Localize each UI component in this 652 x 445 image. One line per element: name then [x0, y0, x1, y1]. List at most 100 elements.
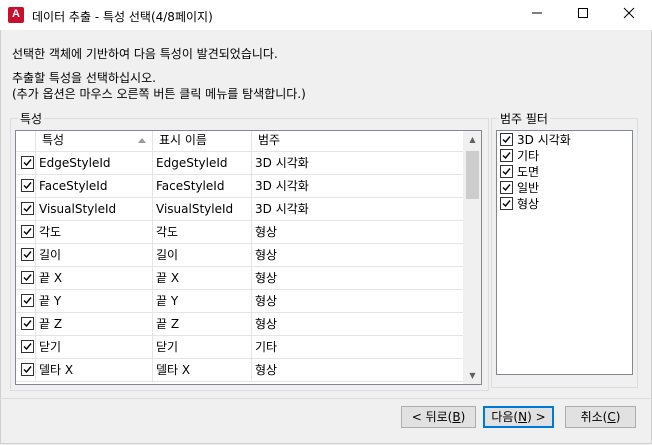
minimize-icon: [532, 12, 542, 14]
info-message: 선택한 객체에 기반하여 다음 특성이 발견되었습니다.: [12, 47, 278, 61]
close-button[interactable]: [606, 0, 652, 30]
category-filter-list[interactable]: 3D 시각화기타도면 일반 형상: [496, 130, 633, 375]
table-row[interactable]: 끝 Y끝 Y 형상: [16, 290, 466, 313]
next-button-label: 다음(: [491, 410, 519, 424]
filter-item[interactable]: 일반: [500, 180, 539, 196]
table-row[interactable]: 각도 각도 형상: [16, 221, 466, 244]
category-cell: 형상: [252, 221, 466, 243]
row-check-cell[interactable]: [16, 244, 36, 266]
checkmark-icon: [23, 228, 32, 236]
row-checkbox[interactable]: [21, 202, 34, 215]
property-cell: 델타 X: [36, 359, 153, 381]
row-checkbox[interactable]: [21, 294, 34, 307]
display-name-cell[interactable]: 끝 Y: [153, 290, 252, 312]
filter-checkbox[interactable]: [500, 181, 513, 194]
checkmark-icon: [23, 366, 32, 374]
table-row[interactable]: EdgeStyleId EdgeStyleId 3D 시각화: [16, 152, 466, 175]
cancel-button-suffix: ): [615, 410, 621, 424]
filter-checkbox[interactable]: [500, 197, 513, 210]
back-button[interactable]: < 뒤로(B): [401, 406, 476, 428]
row-checkbox[interactable]: [21, 340, 34, 353]
display-name-cell[interactable]: VisualStyleId: [153, 198, 252, 220]
row-check-cell[interactable]: [16, 313, 36, 335]
row-check-cell[interactable]: [16, 290, 36, 312]
checkmark-icon: [23, 274, 32, 282]
category-cell: 형상: [252, 290, 466, 312]
row-check-cell[interactable]: [16, 267, 36, 289]
table-row[interactable]: 닫기 닫기 기타: [16, 336, 466, 359]
filter-item[interactable]: 기타: [500, 148, 539, 164]
table-row[interactable]: FaceStyleId FaceStyleId 3D 시각화: [16, 175, 466, 198]
filter-item-label: 3D 시각화: [517, 133, 571, 147]
checkmark-icon: [23, 297, 32, 305]
row-check-cell[interactable]: [16, 336, 36, 358]
filter-item[interactable]: 3D 시각화: [500, 132, 571, 148]
checkmark-icon: [502, 200, 511, 208]
header-check-column[interactable]: [16, 131, 36, 151]
row-checkbox[interactable]: [21, 317, 34, 330]
maximize-icon: [578, 8, 588, 18]
category-cell: 3D 시각화: [252, 175, 466, 197]
display-name-cell[interactable]: EdgeStyleId: [153, 152, 252, 174]
header-property-label: 특성: [42, 133, 65, 147]
scroll-down-icon[interactable]: ▼: [464, 367, 481, 384]
row-check-cell[interactable]: [16, 221, 36, 243]
filter-group-label: 범주 필터: [498, 110, 550, 127]
table-row[interactable]: VisualStyleId VisualStyleId 3D 시각화: [16, 198, 466, 221]
back-button-accesskey: B: [452, 410, 461, 424]
row-checkbox[interactable]: [21, 225, 34, 238]
filter-item-label: 도면: [517, 165, 540, 179]
properties-list[interactable]: 특성 표시 이름 범주 EdgeStyleId EdgeStyleId 3D 시각화…: [15, 130, 482, 385]
property-cell: 끝 X: [36, 267, 153, 289]
scroll-up-icon[interactable]: ▲: [464, 131, 481, 148]
header-category[interactable]: 범주: [252, 131, 466, 151]
filter-item-label: 형상: [517, 197, 540, 211]
filter-item[interactable]: 형상: [500, 196, 539, 212]
row-checkbox[interactable]: [21, 248, 34, 261]
row-check-cell[interactable]: [16, 198, 36, 220]
checkmark-icon: [502, 152, 511, 160]
cancel-button[interactable]: 취소(C): [565, 406, 636, 428]
checkmark-icon: [502, 184, 511, 192]
autocad-app-icon: A: [8, 7, 24, 23]
cancel-button-accesskey: C: [607, 410, 616, 424]
scroll-thumb[interactable]: [466, 151, 479, 199]
category-cell: 3D 시각화: [252, 198, 466, 220]
filter-checkbox[interactable]: [500, 165, 513, 178]
checkmark-icon: [23, 182, 32, 190]
filter-checkbox[interactable]: [500, 133, 513, 146]
row-checkbox[interactable]: [21, 271, 34, 284]
maximize-button[interactable]: [560, 0, 606, 30]
checkmark-icon: [502, 136, 511, 144]
row-checkbox[interactable]: [21, 363, 34, 376]
next-button[interactable]: 다음(N) >: [483, 406, 554, 428]
minimize-button[interactable]: [514, 0, 560, 30]
display-name-cell[interactable]: 끝 Z: [153, 313, 252, 335]
filter-item-label: 기타: [517, 149, 540, 163]
instruction-message: 추출할 특성을 선택하십시오.: [12, 71, 156, 85]
row-check-cell[interactable]: [16, 152, 36, 174]
row-checkbox[interactable]: [21, 179, 34, 192]
table-row[interactable]: 끝 Z끝 Z 형상: [16, 313, 466, 336]
display-name-cell[interactable]: 닫기: [153, 336, 252, 358]
table-row[interactable]: 델타 X 델타 X 형상: [16, 359, 466, 382]
header-property[interactable]: 특성: [36, 131, 153, 151]
row-checkbox[interactable]: [21, 156, 34, 169]
display-name-cell[interactable]: FaceStyleId: [153, 175, 252, 197]
display-name-cell[interactable]: 길이: [153, 244, 252, 266]
next-button-suffix: ) >: [527, 410, 546, 424]
vertical-scrollbar[interactable]: ▲ ▼: [463, 131, 481, 384]
row-check-cell[interactable]: [16, 359, 36, 381]
row-check-cell[interactable]: [16, 175, 36, 197]
filter-checkbox[interactable]: [500, 149, 513, 162]
property-cell: 닫기: [36, 336, 153, 358]
display-name-cell[interactable]: 각도: [153, 221, 252, 243]
display-name-cell[interactable]: 델타 X: [153, 359, 252, 381]
table-row[interactable]: 길이 길이 형상: [16, 244, 466, 267]
category-cell: 기타: [252, 336, 466, 358]
filter-item[interactable]: 도면: [500, 164, 539, 180]
checkmark-icon: [23, 251, 32, 259]
header-display-name[interactable]: 표시 이름: [153, 131, 252, 151]
display-name-cell[interactable]: 끝 X: [153, 267, 252, 289]
table-row[interactable]: 끝 X끝 X 형상: [16, 267, 466, 290]
